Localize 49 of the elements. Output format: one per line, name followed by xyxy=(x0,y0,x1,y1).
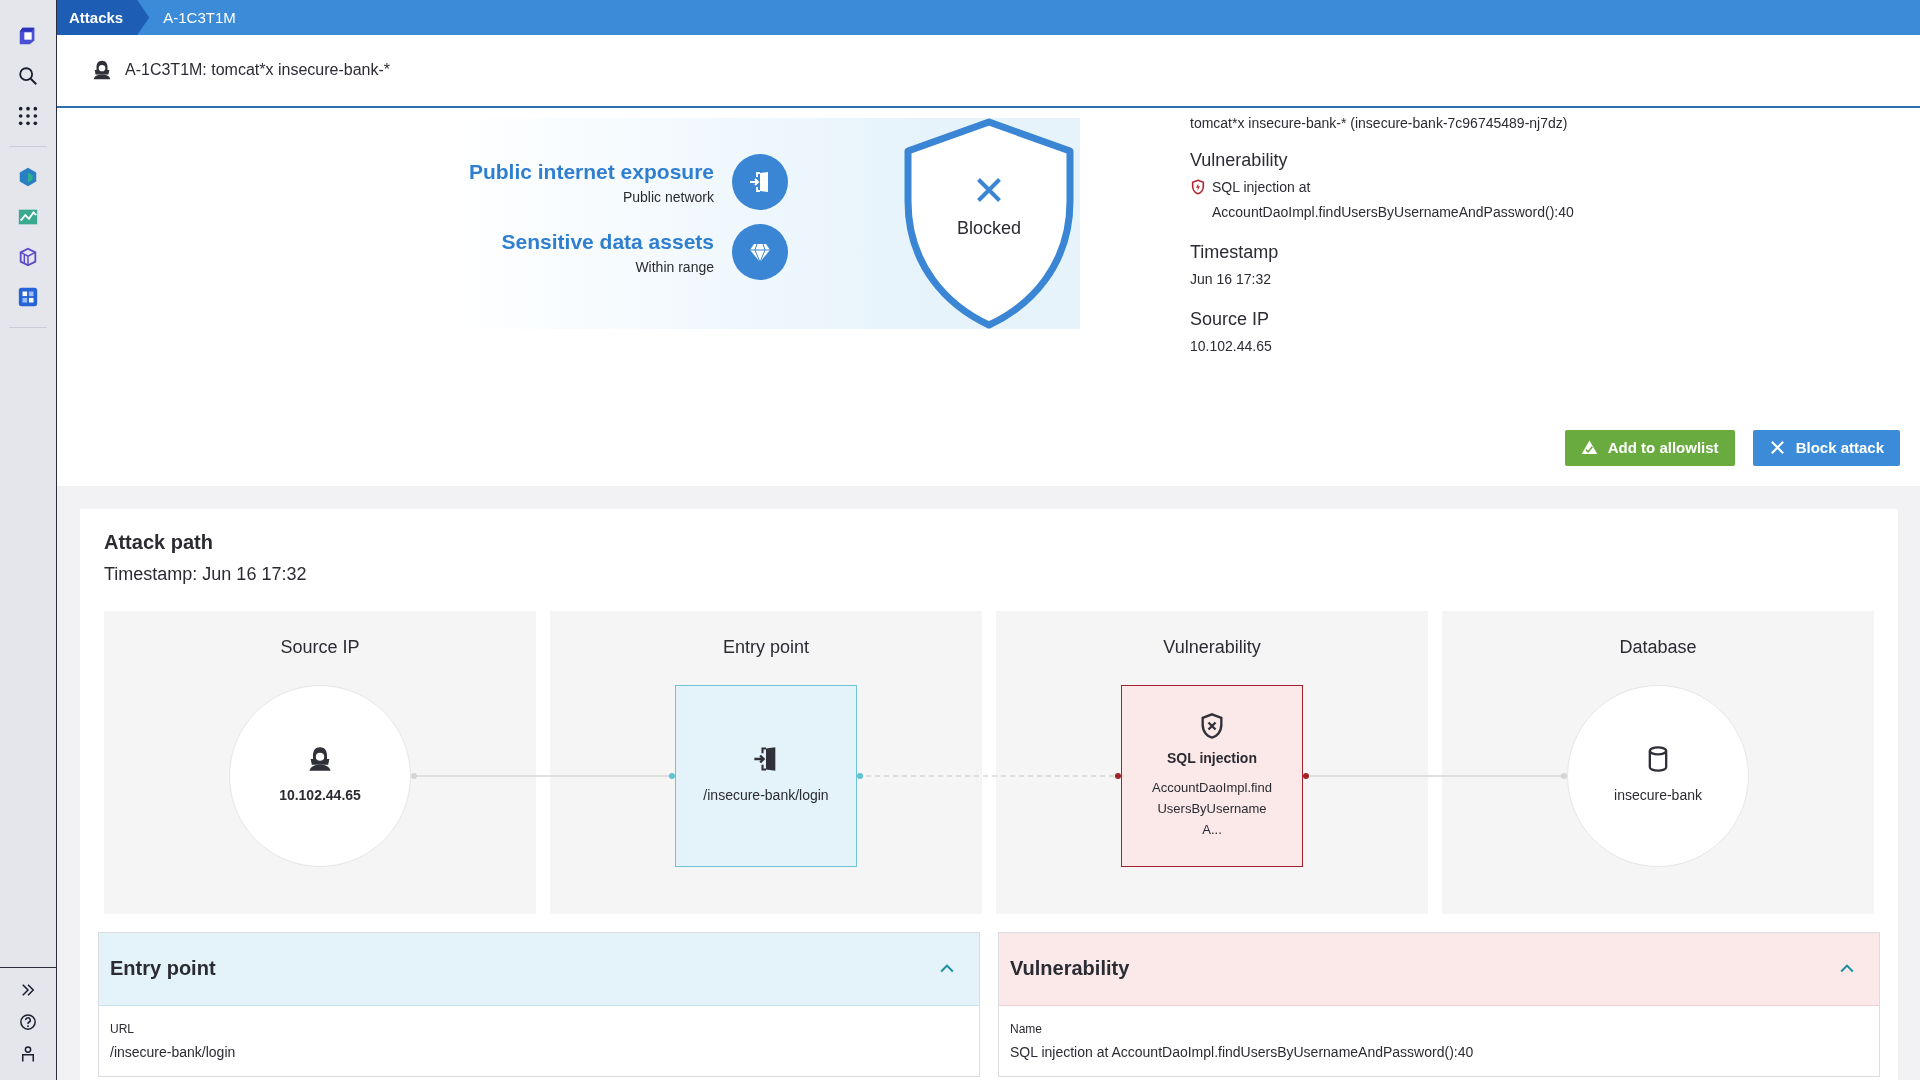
process-name: tomcat*x insecure-bank-* (insecure-bank-7c96745489-nj7dz) xyxy=(1190,113,1569,133)
expand-icon[interactable] xyxy=(19,981,37,999)
hexagon-app-icon[interactable] xyxy=(17,166,39,188)
timestamp-text: Timestamp: Jun 16 17:32 xyxy=(104,563,308,585)
node-label: 10.102.44.65 xyxy=(279,786,361,806)
column-heading: Source IP xyxy=(280,635,360,659)
detail-value: SQL injection at AccountDaoImpl.findUsersByUsernameAndPassword():40 xyxy=(1212,177,1575,222)
stacked-cube-icon[interactable] xyxy=(17,246,39,268)
detail-label: Source IP xyxy=(1190,308,1271,330)
status-label: Blocked xyxy=(956,217,1021,239)
detail-label: Timestamp xyxy=(1190,241,1280,263)
section-title: Attack path xyxy=(104,530,214,554)
panel-title: Entry point xyxy=(110,957,216,981)
path-node[interactable]: insecure-bank xyxy=(1567,684,1749,867)
node-label: insecure-bank xyxy=(1614,786,1702,806)
hacker-icon xyxy=(91,59,113,82)
field-value: /insecure-bank/login xyxy=(110,1043,237,1060)
breadcrumb-link[interactable]: Attacks xyxy=(57,0,150,35)
column-heading: Database xyxy=(1619,635,1697,659)
node-title: SQL injection xyxy=(1167,748,1257,768)
search-icon[interactable] xyxy=(17,65,39,87)
node-label: AccountDaoImpl.findUsersByUsernameA... xyxy=(1151,778,1273,839)
column-heading: Entry point xyxy=(722,635,809,659)
block-button[interactable]: Block attack xyxy=(1752,429,1900,466)
cross-icon xyxy=(1768,439,1786,457)
warning-check-icon xyxy=(1580,439,1598,457)
column-heading: Vulnerability xyxy=(1163,635,1261,659)
detail-value: Jun 16 17:32 xyxy=(1190,269,1271,289)
panel-title: Vulnerability xyxy=(1010,957,1130,981)
field-label: URL xyxy=(110,1021,135,1036)
grid-app-icon[interactable] xyxy=(17,286,39,308)
path-node[interactable]: /insecure-bank/login xyxy=(675,684,857,867)
node-label: /insecure-bank/login xyxy=(703,786,829,806)
factor-subtitle: Within range xyxy=(635,258,714,275)
field-label: Name xyxy=(1010,1021,1043,1036)
help-icon[interactable] xyxy=(19,1013,37,1031)
factor-subtitle: Public network xyxy=(622,188,714,205)
cross-icon xyxy=(975,175,1003,204)
shield-alert-icon xyxy=(1190,178,1206,195)
factor-title: Sensitive data assets xyxy=(501,229,714,254)
field-value: SQL injection at AccountDaoImpl.findUsersByUsernameAndPassword():40 xyxy=(1010,1043,1475,1060)
attack-title: A-1C3T1M: tomcat*x insecure-bank-* xyxy=(125,61,390,80)
detail-value: 10.102.44.65 xyxy=(1190,336,1272,356)
user-icon[interactable] xyxy=(19,1045,37,1063)
apps-grid-icon[interactable] xyxy=(17,105,39,127)
path-node[interactable]: 10.102.44.65 xyxy=(229,684,411,867)
factor-title: Public internet exposure xyxy=(468,159,714,184)
detail-label: Vulnerability xyxy=(1190,149,1289,171)
path-node[interactable]: SQL injection AccountDaoImpl.findUsersByUsernameA... xyxy=(1121,684,1303,867)
